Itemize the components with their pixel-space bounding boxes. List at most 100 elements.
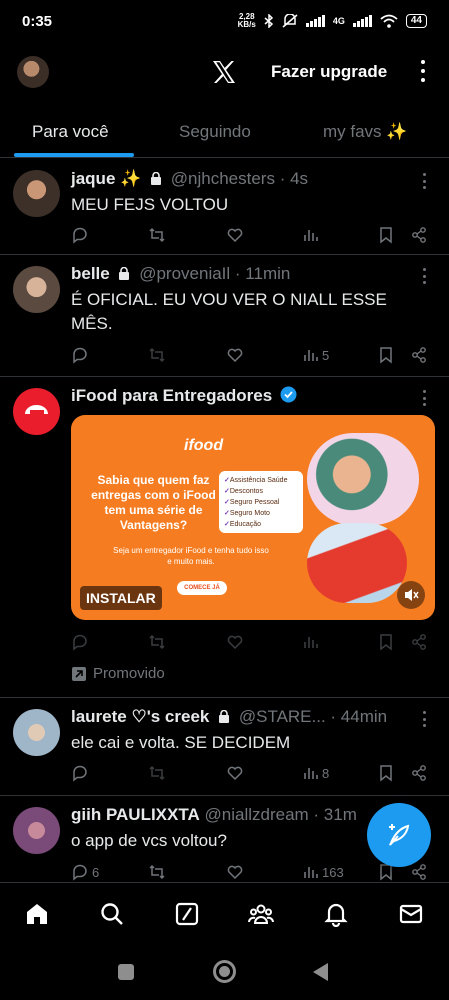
bookmark-icon [380, 347, 392, 364]
heart-icon [227, 766, 243, 781]
tweet-more-icon[interactable] [421, 268, 427, 284]
bookmark-button[interactable] [377, 762, 395, 784]
recents-icon[interactable] [118, 964, 134, 980]
share-button[interactable] [410, 861, 428, 883]
mute-button[interactable] [397, 581, 425, 609]
advertiser-name[interactable]: iFood para Entregadores [71, 386, 272, 405]
retweet-icon [149, 765, 165, 781]
ad-headline: Sabia que quem faz entregas com o iFood … [91, 473, 216, 532]
bluetooth-icon [264, 14, 273, 28]
notifications-icon[interactable] [323, 901, 349, 927]
views-button[interactable] [301, 631, 319, 653]
share-button[interactable] [410, 631, 428, 653]
retweet-icon [149, 634, 165, 650]
tweet-time: · 44min [330, 707, 388, 726]
retweet-button[interactable] [148, 224, 166, 246]
author-name[interactable]: giih PAULIXXTA [71, 805, 200, 824]
retweet-button[interactable] [148, 861, 166, 883]
tweet-actions: 5 [71, 344, 437, 366]
author-handle[interactable]: @niallzdream [205, 805, 309, 824]
bookmark-icon [380, 765, 392, 782]
views-button[interactable]: 5 [301, 344, 329, 366]
tweet-more-icon[interactable] [421, 390, 427, 406]
install-button[interactable]: INSTALAR [80, 586, 162, 610]
back-icon[interactable] [313, 963, 328, 981]
share-button[interactable] [410, 224, 428, 246]
ad-cta-small: COMECE JÁ [177, 581, 227, 595]
bookmark-button[interactable] [377, 631, 395, 653]
grok-icon[interactable] [174, 901, 200, 927]
system-nav-bar [0, 946, 449, 1000]
battery-icon: 44 [405, 14, 427, 28]
home-system-icon[interactable] [213, 960, 236, 983]
tweet-more-icon[interactable] [421, 711, 427, 727]
reply-icon [73, 765, 87, 782]
author-name[interactable]: laurete ♡'s creek [71, 707, 209, 726]
ad-media-card[interactable]: ifood Sabia que quem faz entregas com o … [71, 415, 435, 620]
reply-button[interactable] [71, 344, 89, 366]
retweet-button[interactable] [148, 762, 166, 784]
tweet-more-icon[interactable] [421, 173, 427, 189]
avatar[interactable] [13, 807, 60, 854]
network-type: 4G [332, 16, 345, 26]
tweet-text: É OFICIAL. EU VOU VER O NIALL ESSE MÊS. [71, 290, 387, 333]
tab-my-favs[interactable]: my favs ✨ [323, 122, 407, 142]
bookmark-button[interactable] [377, 224, 395, 246]
messages-icon[interactable] [398, 901, 424, 927]
tweet-header: laurete ♡'s creek @STARE... · 44min [71, 707, 387, 727]
like-button[interactable] [226, 224, 244, 246]
tweet-time: · 4s [279, 169, 309, 188]
tweet[interactable]: belle @proveniaIl · 11min É OFICIAL. EU … [0, 256, 449, 377]
profile-avatar[interactable] [17, 56, 49, 88]
status-icons: 2,28 KB/s 4G 44 [238, 13, 427, 29]
tab-seguindo[interactable]: Seguindo [179, 122, 251, 142]
active-tab-indicator [14, 153, 134, 157]
reply-button[interactable]: 6 [71, 861, 99, 883]
communities-icon[interactable] [248, 901, 274, 927]
avatar[interactable] [13, 266, 60, 313]
like-button[interactable] [226, 762, 244, 784]
tweet[interactable]: jaque ✨ @njhchesters · 4s MEU FEJS VOLTO… [0, 158, 449, 255]
net-speed: 2,28 KB/s [237, 12, 256, 29]
views-icon [304, 867, 318, 878]
upgrade-button[interactable]: Fazer upgrade [271, 62, 387, 82]
tweet[interactable]: laurete ♡'s creek @STARE... · 44min ele … [0, 699, 449, 796]
ad-actions [71, 631, 437, 653]
author-handle[interactable]: @njhchesters [171, 169, 275, 188]
tab-para-voce[interactable]: Para você [32, 122, 109, 142]
share-icon [412, 347, 426, 363]
views-icon [304, 637, 318, 648]
bookmark-icon [380, 634, 392, 651]
home-icon[interactable] [24, 901, 50, 927]
reply-button[interactable] [71, 224, 89, 246]
views-button[interactable]: 163 [301, 861, 344, 883]
like-button[interactable] [226, 344, 244, 366]
avatar[interactable] [13, 170, 60, 217]
retweet-button[interactable] [148, 344, 166, 366]
author-handle[interactable]: @proveniaIl [139, 264, 230, 283]
author-handle[interactable]: @STARE... [239, 707, 326, 726]
search-icon[interactable] [99, 901, 125, 927]
retweet-button[interactable] [148, 631, 166, 653]
compose-button[interactable] [367, 803, 431, 867]
more-options-icon[interactable] [416, 58, 430, 84]
tweet-header: jaque ✨ @njhchesters · 4s [71, 169, 308, 189]
tweet-header: belle @proveniaIl · 11min [71, 264, 290, 284]
advertiser-avatar[interactable] [13, 388, 60, 435]
reply-button[interactable] [71, 631, 89, 653]
author-name[interactable]: belle [71, 264, 110, 283]
like-button[interactable] [226, 861, 244, 883]
views-button[interactable]: 8 [301, 762, 329, 784]
bookmark-button[interactable] [377, 344, 395, 366]
reply-button[interactable] [71, 762, 89, 784]
share-icon [412, 634, 426, 650]
author-name[interactable]: jaque ✨ [71, 169, 141, 188]
views-button[interactable] [301, 224, 322, 246]
share-button[interactable] [410, 762, 428, 784]
share-button[interactable] [410, 344, 428, 366]
like-button[interactable] [226, 631, 244, 653]
views-count: 163 [322, 864, 344, 880]
tweet-text: ele cai e volta. SE DECIDEM [71, 733, 291, 752]
avatar[interactable] [13, 709, 60, 756]
tweet-time: · 31m [313, 805, 357, 824]
